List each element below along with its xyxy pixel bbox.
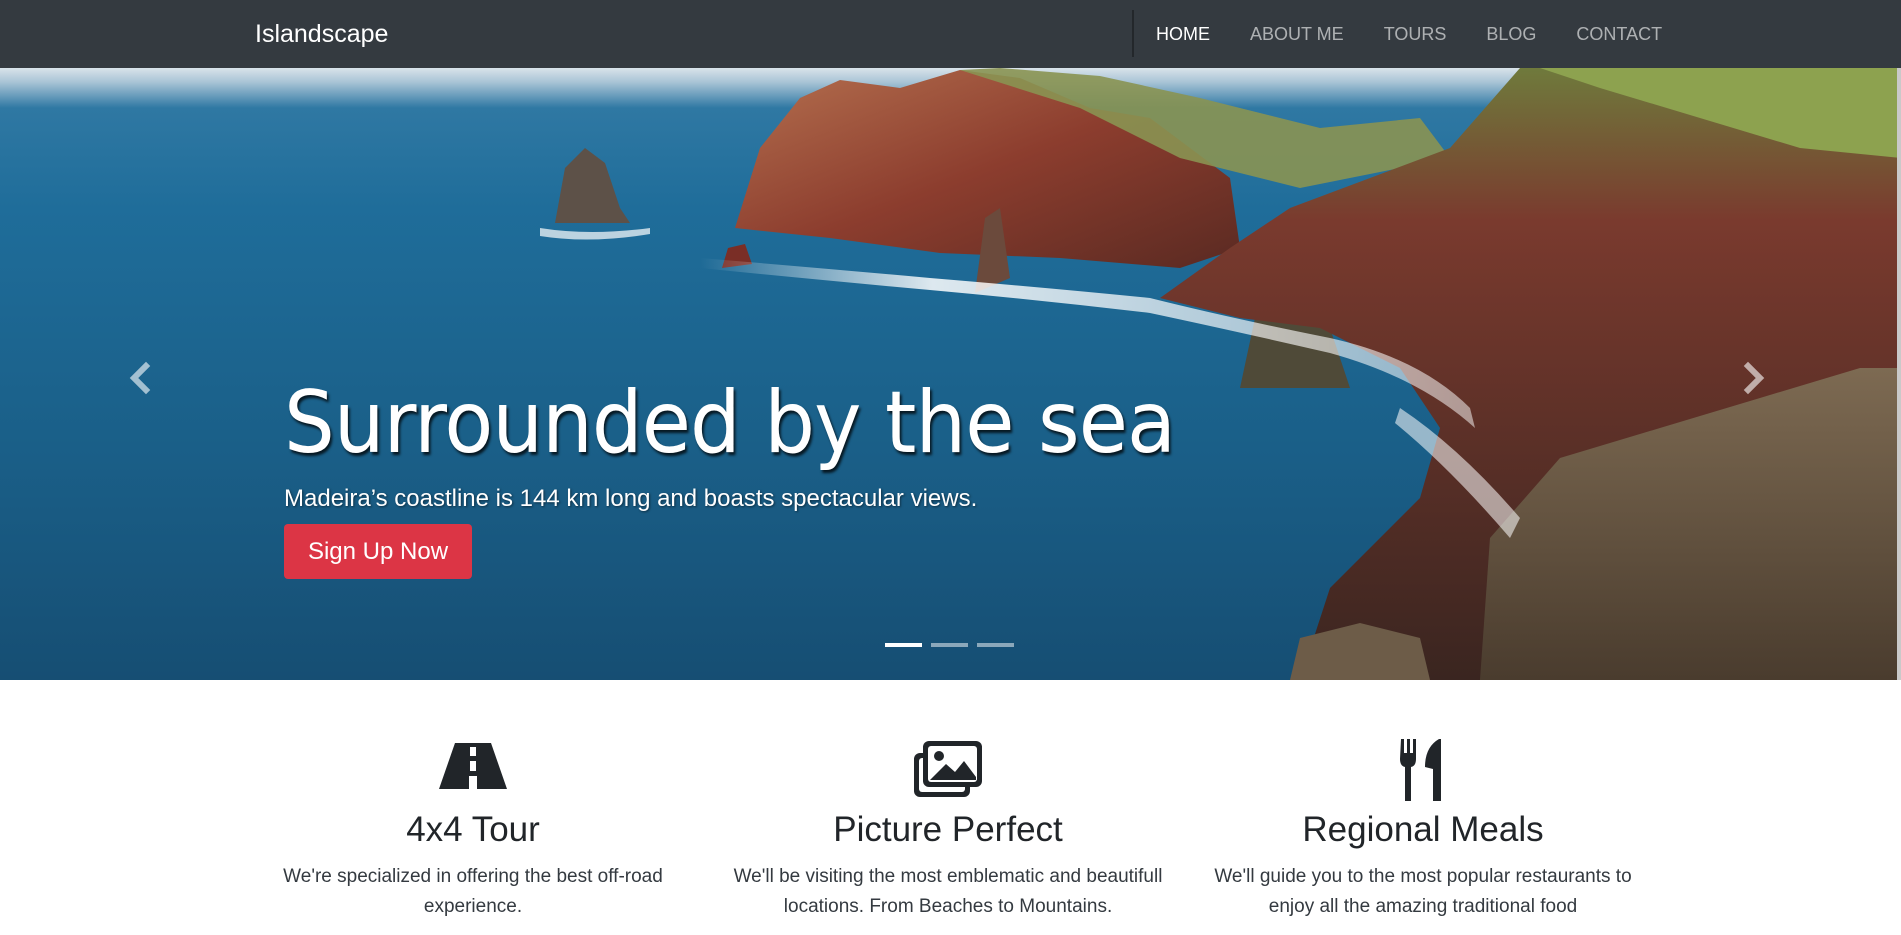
carousel-prev-button[interactable] [120,358,160,398]
images-icon [914,741,982,797]
nav-link-about-me[interactable]: ABOUT ME [1230,0,1364,68]
road-icon [439,743,507,789]
feature-text: We'll be visiting the most emblematic an… [733,866,1163,917]
feature-text: We're specialized in offering the best o… [283,866,663,917]
carousel-indicator-1[interactable] [885,643,922,647]
carousel-indicators [885,643,1014,647]
nav-link-contact[interactable]: CONTACT [1556,0,1682,68]
nav-menu: HOME ABOUT ME TOURS BLOG CONTACT [1136,0,1682,68]
features-section: 4x4 Tour We're specialized in offering t… [0,680,1901,935]
page-scrollbar[interactable] [1897,68,1901,680]
hero-carousel: Surrounded by the sea Madeira’s coastlin… [0,68,1901,680]
nav-link-home[interactable]: HOME [1136,0,1230,68]
nav-link-tours[interactable]: TOURS [1364,0,1467,68]
brand-logo[interactable]: Islandscape [255,0,388,68]
carousel-caption: Surrounded by the sea Madeira’s coastlin… [284,368,1584,516]
chevron-left-icon [129,361,151,395]
carousel-next-button[interactable] [1734,358,1774,398]
page: Islandscape HOME ABOUT ME TOURS BLOG CON… [0,0,1901,935]
nav-link-blog[interactable]: BLOG [1466,0,1556,68]
navbar: Islandscape HOME ABOUT ME TOURS BLOG CON… [0,0,1901,68]
nav-divider [1132,10,1134,57]
feature-title: 4x4 Tour [406,810,540,849]
carousel-indicator-3[interactable] [977,643,1014,647]
feature-title: Regional Meals [1302,810,1544,849]
sign-up-button[interactable]: Sign Up Now [284,524,472,579]
hero-title: Surrounded by the sea [284,373,1176,473]
chevron-right-icon [1743,361,1765,395]
hero-subtitle: Madeira’s coastline is 144 km long and b… [284,485,978,512]
feature-title: Picture Perfect [833,810,1063,849]
utensils-icon [1400,739,1441,801]
feature-text: We'll guide you to the most popular rest… [1214,866,1632,917]
carousel-indicator-2[interactable] [931,643,968,647]
